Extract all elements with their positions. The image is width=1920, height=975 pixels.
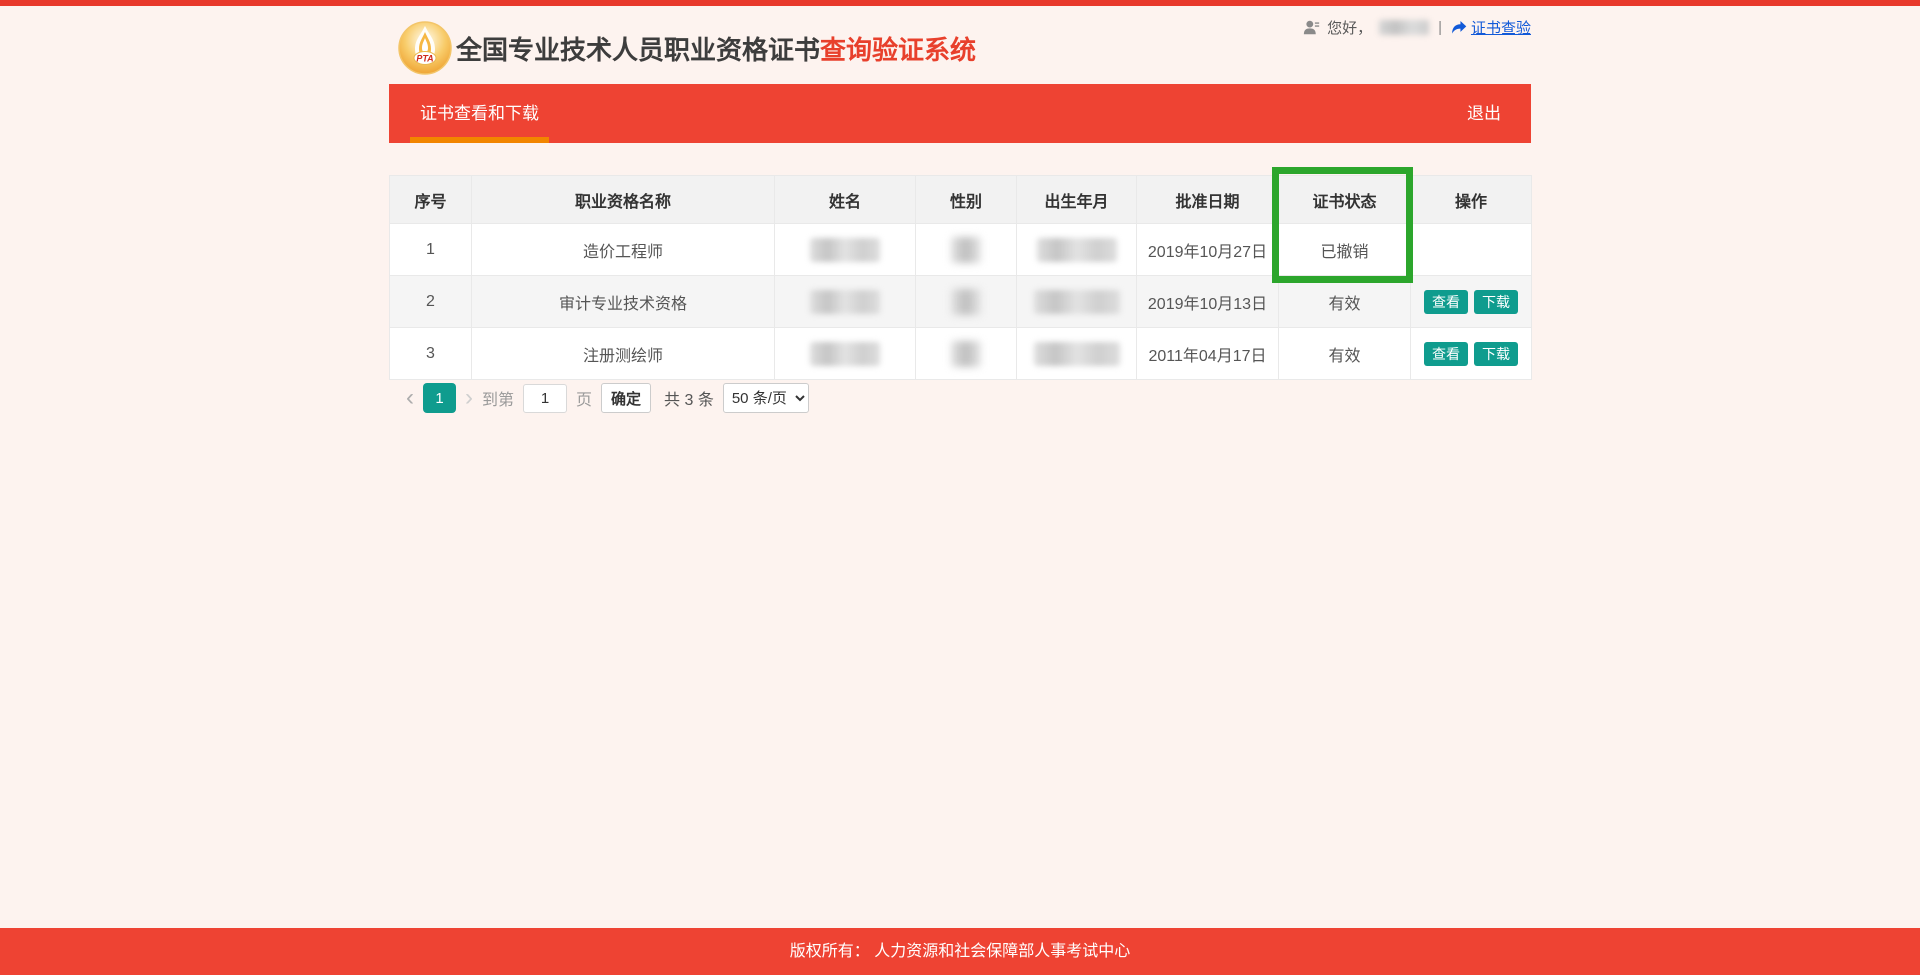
col-header-person: 姓名 <box>775 176 916 224</box>
col-header-actions: 操作 <box>1411 176 1532 224</box>
cell-birth-redacted <box>1017 328 1137 380</box>
page-1-button[interactable]: 1 <box>423 383 456 413</box>
page-title-main: 全国专业技术人员职业资格证书 <box>456 35 820 65</box>
download-button[interactable]: 下载 <box>1474 290 1518 314</box>
col-header-birth: 出生年月 <box>1017 176 1137 224</box>
cell-person-redacted <box>775 224 916 276</box>
total-count-label: 共 3 条 <box>664 386 714 410</box>
cell-person-redacted <box>775 328 916 380</box>
user-icon <box>1303 19 1320 36</box>
user-info-bar: 您好， | 证书查验 <box>1303 15 1531 39</box>
logout-button[interactable]: 退出 <box>1467 84 1501 143</box>
cell-gender-redacted <box>916 224 1017 276</box>
cell-name: 审计专业技术资格 <box>472 276 775 328</box>
copyright-text: 版权所有： 人力资源和社会保障部人事考试中心 <box>0 928 1920 975</box>
user-name-redacted <box>1379 20 1429 35</box>
col-header-name: 职业资格名称 <box>472 176 775 224</box>
goto-page-prefix-label: 到第 <box>482 386 514 410</box>
col-header-gender: 性别 <box>916 176 1017 224</box>
greeting-text: 您好， <box>1327 17 1372 38</box>
cell-status: 已撤销 <box>1279 224 1411 276</box>
cell-status: 有效 <box>1279 328 1411 380</box>
page-title: 全国专业技术人员职业资格证书查询验证系统 <box>456 30 976 67</box>
col-header-index: 序号 <box>390 176 472 224</box>
goto-page-suffix-label: 页 <box>576 386 592 410</box>
cell-person-redacted <box>775 276 916 328</box>
cell-approve-date: 2019年10月27日 <box>1137 224 1279 276</box>
certificate-verify-label: 证书查验 <box>1471 17 1531 38</box>
tab-certificate-view-download[interactable]: 证书查看和下载 <box>410 84 549 143</box>
share-arrow-icon <box>1451 20 1467 35</box>
table-header-row: 序号 职业资格名称 姓名 性别 出生年月 批准日期 证书状态 操作 <box>390 176 1532 224</box>
page-title-accent: 查询验证系统 <box>820 35 976 65</box>
main-navbar: 证书查看和下载 退出 <box>389 84 1531 143</box>
cell-gender-redacted <box>916 328 1017 380</box>
view-button[interactable]: 查看 <box>1424 290 1468 314</box>
separator: | <box>1438 19 1442 36</box>
cell-birth-redacted <box>1017 276 1137 328</box>
table-row: 2 审计专业技术资格 2019年10月13日 有效 查看下载 <box>390 276 1532 328</box>
page-number-input[interactable] <box>523 384 567 413</box>
cell-name: 造价工程师 <box>472 224 775 276</box>
download-button[interactable]: 下载 <box>1474 342 1518 366</box>
top-accent-bar <box>0 0 1920 6</box>
col-header-approve: 批准日期 <box>1137 176 1279 224</box>
cell-approve-date: 2019年10月13日 <box>1137 276 1279 328</box>
cell-birth-redacted <box>1017 224 1137 276</box>
cell-gender-redacted <box>916 276 1017 328</box>
cell-index: 2 <box>390 276 472 328</box>
pta-logo-icon: PTA <box>398 20 452 76</box>
page-size-select[interactable]: 50 条/页 <box>723 383 809 413</box>
cell-name: 注册测绘师 <box>472 328 775 380</box>
col-header-status: 证书状态 <box>1279 176 1411 224</box>
cell-index: 3 <box>390 328 472 380</box>
certificate-verify-link[interactable]: 证书查验 <box>1451 17 1531 38</box>
table-row: 1 造价工程师 2019年10月27日 已撤销 <box>390 224 1532 276</box>
pagination-bar: ‹ 1 › 到第 页 确定 共 3 条 50 条/页 <box>389 381 1531 415</box>
confirm-button[interactable]: 确定 <box>601 383 651 413</box>
cell-actions <box>1411 224 1532 276</box>
cell-approve-date: 2011年04月17日 <box>1137 328 1279 380</box>
cell-actions: 查看下载 <box>1411 276 1532 328</box>
page: PTA 全国专业技术人员职业资格证书查询验证系统 您好， | 证书查验 证书查看… <box>0 0 1920 975</box>
prev-page-button[interactable]: ‹ <box>406 383 414 413</box>
table-row: 3 注册测绘师 2011年04月17日 有效 查看下载 <box>390 328 1532 380</box>
footer-bar: 版权所有： 人力资源和社会保障部人事考试中心 <box>0 928 1920 975</box>
cell-actions: 查看下载 <box>1411 328 1532 380</box>
cell-status: 有效 <box>1279 276 1411 328</box>
pta-logo-text: PTA <box>416 54 433 64</box>
next-page-button[interactable]: › <box>465 383 473 413</box>
certificates-table: 序号 职业资格名称 姓名 性别 出生年月 批准日期 证书状态 操作 1 造价工程… <box>389 175 1532 380</box>
view-button[interactable]: 查看 <box>1424 342 1468 366</box>
cell-index: 1 <box>390 224 472 276</box>
brand-header: PTA 全国专业技术人员职业资格证书查询验证系统 <box>398 20 976 76</box>
